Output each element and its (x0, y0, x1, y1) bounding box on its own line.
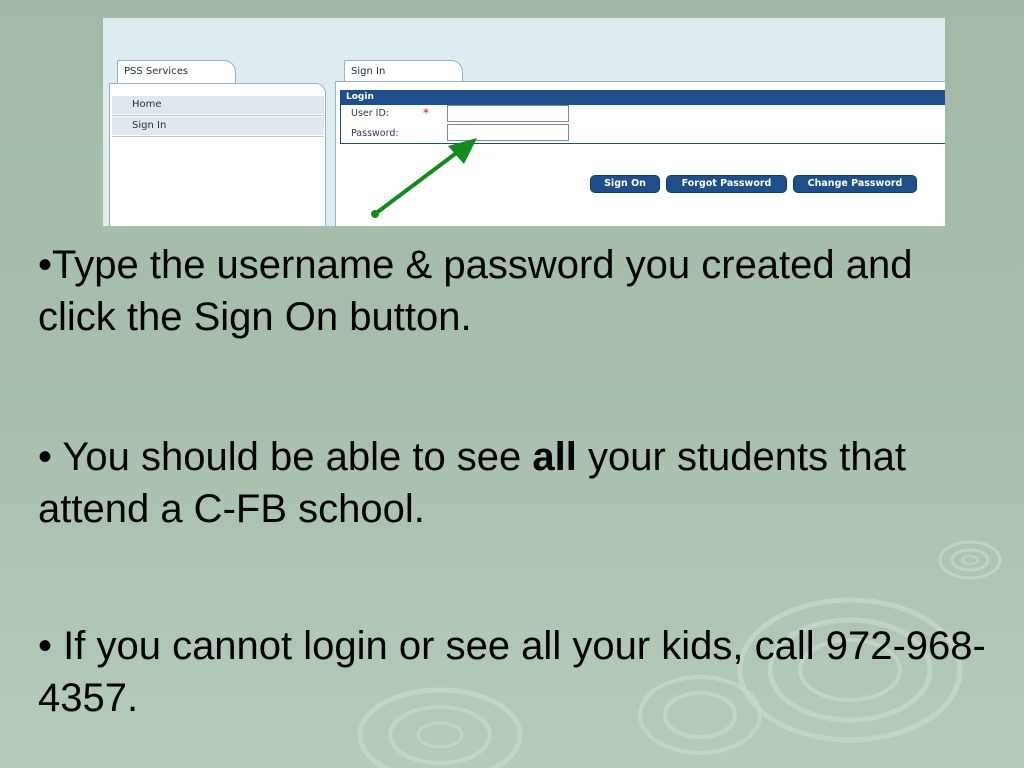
bullet-2-text-start: • You should be able to see (38, 435, 533, 479)
arrow-icon (371, 138, 477, 218)
bullet-2-bold-word: all (532, 435, 577, 479)
bullet-instruction-1: •Type the username & password you create… (38, 243, 913, 339)
login-screenshot: PSS Services Sign In Home Sign In Login … (103, 18, 945, 226)
bullet-instruction-2: • You should be able to see all your stu… (38, 431, 988, 535)
bullet-instruction-3: • If you cannot login or see all your ki… (38, 624, 986, 720)
